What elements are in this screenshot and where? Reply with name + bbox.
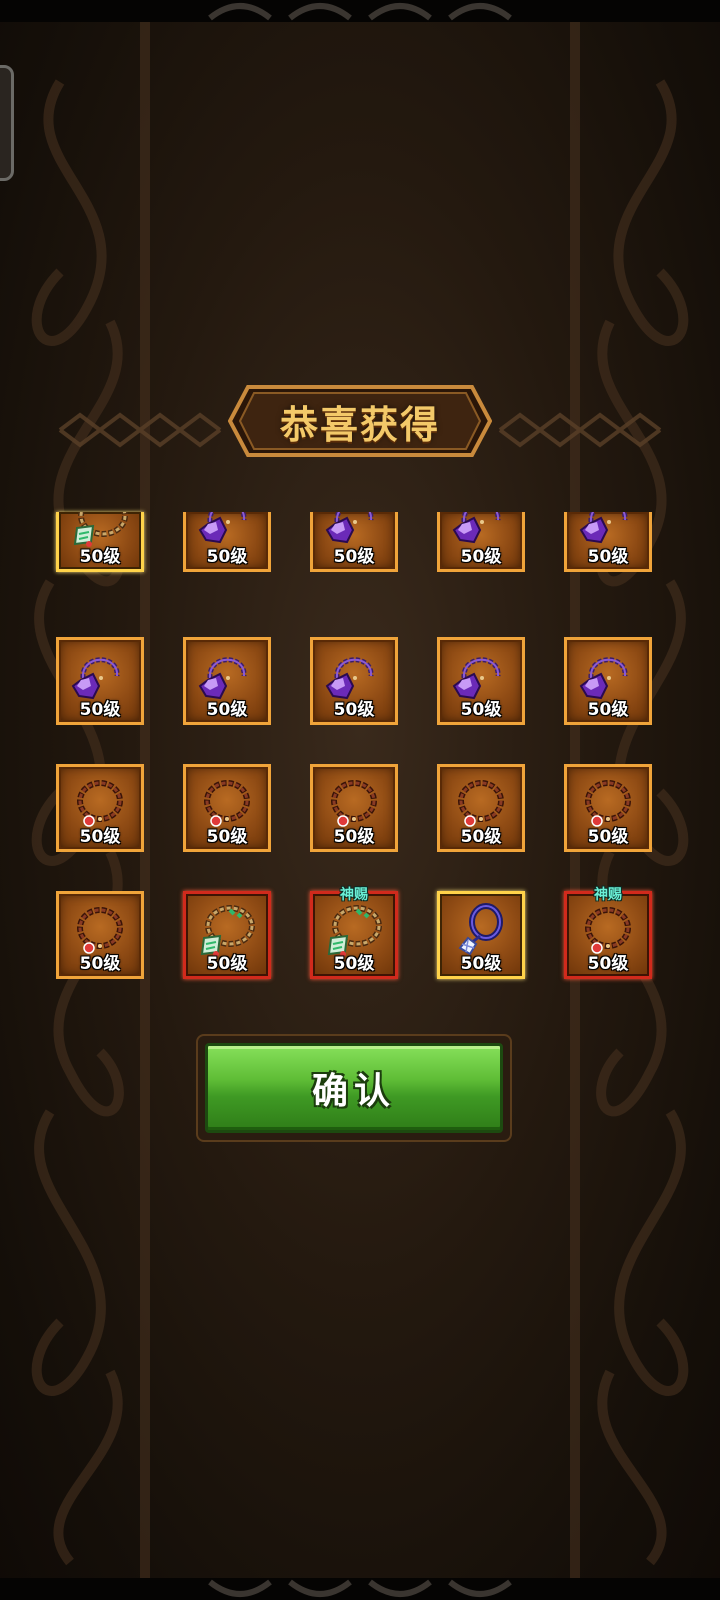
divine-tag-label: 神赐 [594,887,622,903]
reward-slot[interactable]: 50级 [564,764,652,852]
reward-slot[interactable]: 50级 [310,764,398,852]
item-level-label: 50级 [333,954,375,974]
reward-slot[interactable]: 50级 [56,764,144,852]
top-border [0,0,720,22]
reward-slot[interactable]: 50级 [437,637,525,725]
item-level-label: 50级 [460,700,502,720]
reward-slot[interactable]: 50级 [56,637,144,725]
reward-slot[interactable]: 50级 [183,891,271,979]
item-level-label: 50级 [206,547,248,567]
item-level-label: 50级 [587,547,629,567]
reward-slot[interactable]: 50级 [437,764,525,852]
reward-slot[interactable]: 50级 [56,891,144,979]
reward-slot[interactable]: 50级 [310,637,398,725]
reward-slot[interactable]: 50级 [437,512,525,572]
title-text: 恭喜获得 [279,402,440,447]
item-level-label: 50级 [206,827,248,847]
item-level-label: 50级 [333,700,375,720]
item-level-label: 50级 [79,954,121,974]
bottom-border [0,1578,720,1600]
item-level-label: 50级 [460,954,502,974]
confirm-button[interactable]: 确认 [205,1043,503,1133]
item-level-label: 50级 [587,700,629,720]
item-level-label: 50级 [79,547,121,567]
reward-slot[interactable]: 神赐 50级 [310,887,398,979]
top-ornament [208,3,512,21]
reward-slot[interactable]: 50级 [564,512,652,572]
reward-slot[interactable]: 50级 [183,764,271,852]
reward-screen: 恭喜获得 50级 50级 50级 50级 50级 50级 50级 50级 50级 50级 50级 50… [0,0,720,1600]
item-level-label: 50级 [333,547,375,567]
item-level-label: 50级 [333,827,375,847]
bottom-ornament [208,1579,512,1597]
item-level-label: 50级 [206,700,248,720]
reward-slot[interactable]: 50级 [183,637,271,725]
item-level-label: 50级 [460,547,502,567]
reward-slot[interactable]: 50级 [564,637,652,725]
item-level-label: 50级 [587,827,629,847]
item-level-label: 50级 [587,954,629,974]
item-level-label: 50级 [79,700,121,720]
reward-slot[interactable]: 50级 [183,512,271,572]
item-level-label: 50级 [206,954,248,974]
reward-slot[interactable]: 50级 [437,891,525,979]
reward-slot[interactable]: 神赐 50级 [564,887,652,979]
divine-tag-label: 神赐 [340,887,368,903]
item-level-label: 50级 [79,827,121,847]
item-level-label: 50级 [460,827,502,847]
side-drawer-handle[interactable] [0,65,14,181]
reward-slot[interactable]: 50级 [56,512,144,572]
reward-slot[interactable]: 50级 [310,512,398,572]
